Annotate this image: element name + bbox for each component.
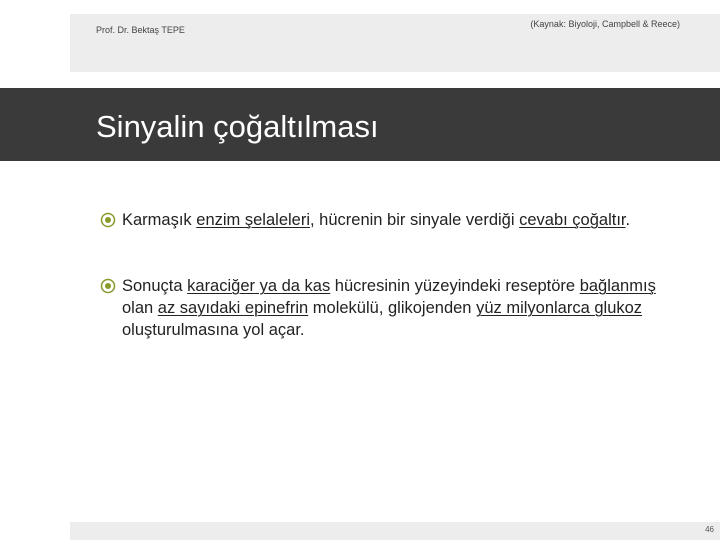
author-name: Prof. Dr. Bektaş TEPE bbox=[96, 25, 185, 35]
bullet-segment-underlined: yüz milyonlarca glukoz bbox=[476, 299, 643, 317]
bullet-segment: molekülü, glikojenden bbox=[308, 299, 477, 317]
source-citation: (Kaynak: Biyoloji, Campbell & Reece) bbox=[530, 19, 680, 29]
bullet-segment-underlined: karaciğer ya da kas bbox=[187, 277, 331, 295]
page-number: 46 bbox=[705, 525, 714, 534]
circled-dot-icon bbox=[100, 212, 116, 228]
bullet-segment: , hücrenin bir sinyale verdiği bbox=[310, 211, 520, 229]
bullet-segment: oluşturulmasına yol açar. bbox=[122, 321, 305, 339]
bullet-segment: Karmaşık bbox=[122, 211, 197, 229]
bullet-segment: Sonuçta bbox=[122, 277, 188, 295]
bullet-segment-underlined: enzim şelaleleri bbox=[196, 211, 310, 229]
bullet-segment: hücresinin yüzeyindeki reseptöre bbox=[330, 277, 580, 295]
bullet-segment-underlined: bağlanmış bbox=[579, 277, 656, 295]
bullet-segment: olan bbox=[122, 299, 158, 317]
bullet-text: Karmaşık enzim şelaleleri, hücrenin bir … bbox=[100, 209, 690, 231]
circled-dot-icon bbox=[100, 278, 116, 294]
bullet-segment-underlined: cevabı çoğaltır bbox=[519, 211, 626, 229]
bullet-segment: . bbox=[625, 211, 631, 229]
slide-title: Sinyalin çoğaltılması bbox=[96, 109, 379, 144]
bullet-text: Sonuçta karaciğer ya da kas hücresinin y… bbox=[100, 275, 690, 341]
bullet-point: Karmaşık enzim şelaleleri, hücrenin bir … bbox=[100, 209, 690, 231]
bullet-segment-underlined: az sayıdaki epinefrin bbox=[157, 299, 309, 317]
bullet-point: Sonuçta karaciğer ya da kas hücresinin y… bbox=[100, 275, 690, 341]
footer-band bbox=[70, 522, 720, 540]
